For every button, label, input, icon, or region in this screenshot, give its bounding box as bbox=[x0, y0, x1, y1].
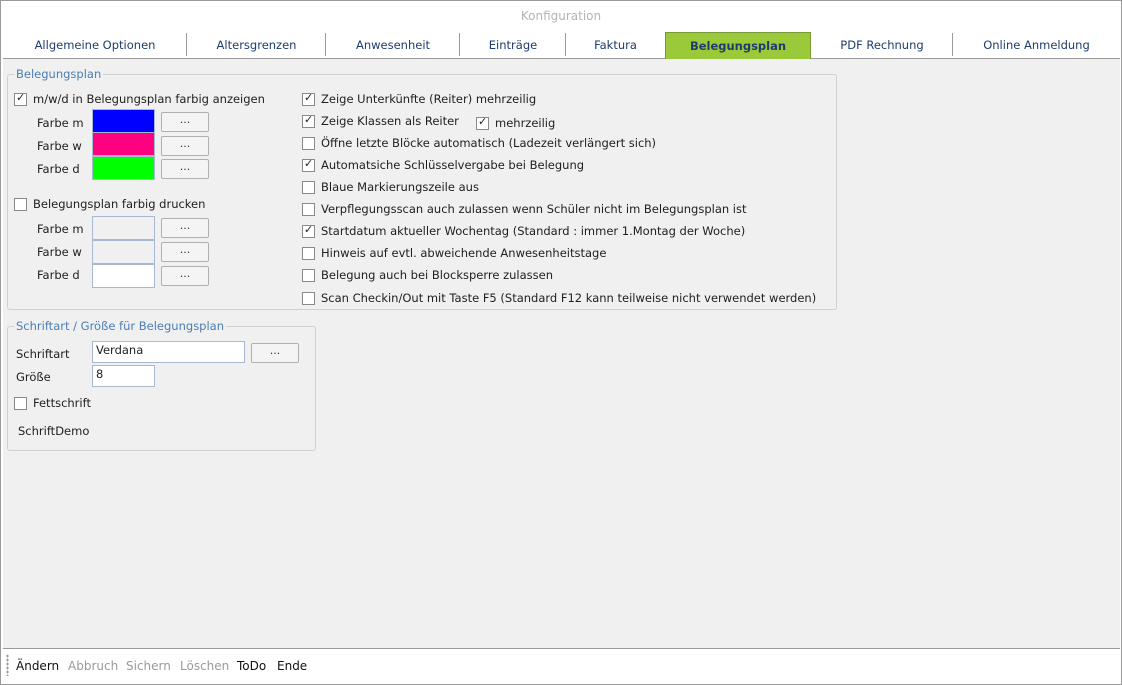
tab-faktura[interactable]: Faktura bbox=[566, 32, 665, 58]
font-demo: SchriftDemo bbox=[18, 424, 90, 438]
tab-content: Belegungsplan m/w/d in Belegungsplan far… bbox=[3, 59, 1120, 649]
color-display-label: m/w/d in Belegungsplan farbig anzeigen bbox=[33, 92, 265, 106]
color-print-label: Belegungsplan farbig drucken bbox=[33, 197, 206, 211]
print-farbe-w-swatch bbox=[92, 240, 155, 264]
option-klassen-als-reiter[interactable]: Zeige Klassen als Reiter bbox=[302, 113, 459, 129]
option-unterkuenfte-mehrzeilig[interactable]: Zeige Unterkünfte (Reiter) mehrzeilig bbox=[302, 91, 536, 107]
checkbox-box[interactable] bbox=[302, 157, 315, 172]
print-farbe-w-pick-button[interactable]: ... bbox=[161, 242, 209, 262]
checkbox-box[interactable] bbox=[302, 202, 315, 216]
option-letzte-bloecke[interactable]: Öffne letzte Blöcke automatisch (Ladezei… bbox=[302, 135, 656, 151]
option-label: Öffne letzte Blöcke automatisch (Ladezei… bbox=[321, 136, 657, 150]
tab-bar: Allgemeine Optionen Altersgrenzen Anwese… bbox=[3, 32, 1120, 59]
belegungsplan-group-title: Belegungsplan bbox=[14, 67, 104, 81]
checkbox-box[interactable] bbox=[302, 113, 315, 128]
farbe-m-label: Farbe m bbox=[37, 116, 84, 130]
option-anwesenheitstage[interactable]: Hinweis auf evtl. abweichende Anwesenhei… bbox=[302, 245, 606, 261]
tab-allgemeine-optionen[interactable]: Allgemeine Optionen bbox=[3, 32, 187, 58]
bold-checkbox[interactable]: Fettschrift bbox=[14, 395, 91, 411]
print-farbe-d-label: Farbe d bbox=[37, 268, 80, 282]
farbe-w-pick-button[interactable]: ... bbox=[161, 136, 209, 156]
tab-belegungsplan[interactable]: Belegungsplan bbox=[665, 32, 811, 59]
option-label: Zeige Klassen als Reiter bbox=[321, 114, 459, 128]
bold-label: Fettschrift bbox=[33, 396, 91, 410]
checkbox-box[interactable] bbox=[14, 91, 27, 106]
loeschen-button[interactable]: Löschen bbox=[180, 659, 229, 673]
option-blocksperre[interactable]: Belegung auch bei Blocksperre zulassen bbox=[302, 267, 553, 283]
checkbox-box[interactable] bbox=[302, 223, 315, 238]
farbe-m-swatch bbox=[92, 109, 155, 133]
farbe-d-label: Farbe d bbox=[37, 162, 80, 176]
option-label: Blaue Markierungszeile aus bbox=[321, 180, 479, 194]
color-display-checkbox[interactable]: m/w/d in Belegungsplan farbig anzeigen bbox=[14, 91, 265, 107]
tab-pdf-rechnung[interactable]: PDF Rechnung bbox=[811, 32, 953, 58]
option-label: Startdatum aktueller Wochentag (Standard… bbox=[321, 224, 746, 238]
option-label: Automatsiche Schlüsselvergabe bei Belegu… bbox=[321, 158, 585, 172]
checkbox-box[interactable] bbox=[14, 197, 27, 211]
option-startdatum[interactable]: Startdatum aktueller Wochentag (Standard… bbox=[302, 223, 745, 239]
print-farbe-m-swatch bbox=[92, 216, 155, 240]
option-verpflegungsscan[interactable]: Verpflegungsscan auch zulassen wenn Schü… bbox=[302, 201, 747, 217]
farbe-w-label: Farbe w bbox=[37, 139, 82, 153]
size-label: Größe bbox=[16, 370, 51, 384]
checkbox-box[interactable] bbox=[302, 246, 315, 260]
checkbox-box[interactable] bbox=[476, 115, 489, 130]
checkbox-box[interactable] bbox=[302, 268, 315, 282]
option-klassen-mehrzeilig[interactable]: mehrzeilig bbox=[476, 115, 555, 131]
print-farbe-m-pick-button[interactable]: ... bbox=[161, 218, 209, 238]
tab-anwesenheit[interactable]: Anwesenheit bbox=[326, 32, 460, 58]
farbe-d-swatch bbox=[92, 156, 155, 180]
tab-eintraege[interactable]: Einträge bbox=[460, 32, 566, 58]
font-pick-button[interactable]: ... bbox=[251, 343, 299, 363]
config-window: Konfiguration Allgemeine Optionen Alters… bbox=[0, 0, 1122, 685]
footer-toolbar: Ändern Abbruch Sichern Löschen ToDo Ende bbox=[3, 650, 1120, 684]
tab-altersgrenzen[interactable]: Altersgrenzen bbox=[187, 32, 326, 58]
print-farbe-w-label: Farbe w bbox=[37, 245, 82, 259]
option-schluesselvergabe[interactable]: Automatsiche Schlüsselvergabe bei Belegu… bbox=[302, 157, 584, 173]
option-label: Hinweis auf evtl. abweichende Anwesenhei… bbox=[321, 246, 607, 260]
farbe-d-pick-button[interactable]: ... bbox=[161, 159, 209, 179]
checkbox-box[interactable] bbox=[302, 180, 315, 194]
aendern-button[interactable]: Ändern bbox=[16, 659, 59, 673]
option-blaue-markierungszeile[interactable]: Blaue Markierungszeile aus bbox=[302, 179, 479, 195]
font-field[interactable]: Verdana bbox=[92, 341, 245, 363]
print-farbe-m-label: Farbe m bbox=[37, 222, 84, 236]
font-label: Schriftart bbox=[16, 347, 70, 361]
size-field[interactable]: 8 bbox=[92, 365, 155, 387]
print-farbe-d-swatch bbox=[92, 264, 155, 288]
belegungsplan-group: Belegungsplan m/w/d in Belegungsplan far… bbox=[7, 67, 837, 310]
farbe-w-swatch bbox=[92, 132, 155, 156]
abbruch-button[interactable]: Abbruch bbox=[68, 659, 118, 673]
option-scan-f5[interactable]: Scan Checkin/Out mit Taste F5 (Standard … bbox=[302, 290, 816, 306]
checkbox-box[interactable] bbox=[302, 291, 315, 305]
checkbox-box[interactable] bbox=[302, 136, 315, 150]
option-label: Belegung auch bei Blocksperre zulassen bbox=[321, 268, 554, 282]
font-group: Schriftart / Größe für Belegungsplan Sch… bbox=[7, 319, 316, 451]
color-print-checkbox[interactable]: Belegungsplan farbig drucken bbox=[14, 196, 205, 212]
todo-button[interactable]: ToDo bbox=[237, 659, 266, 673]
option-label: Zeige Unterkünfte (Reiter) mehrzeilig bbox=[321, 92, 537, 106]
font-group-title: Schriftart / Größe für Belegungsplan bbox=[14, 319, 227, 333]
checkbox-box[interactable] bbox=[14, 396, 27, 410]
checkbox-box[interactable] bbox=[302, 91, 315, 106]
print-farbe-d-pick-button[interactable]: ... bbox=[161, 266, 209, 286]
ende-button[interactable]: Ende bbox=[277, 659, 307, 673]
toolbar-grip-icon[interactable] bbox=[6, 654, 9, 676]
option-label: mehrzeilig bbox=[495, 116, 556, 130]
window-title: Konfiguration bbox=[520, 9, 602, 23]
option-label: Verpflegungsscan auch zulassen wenn Schü… bbox=[321, 202, 747, 216]
sichern-button[interactable]: Sichern bbox=[126, 659, 171, 673]
option-label: Scan Checkin/Out mit Taste F5 (Standard … bbox=[321, 291, 817, 305]
farbe-m-pick-button[interactable]: ... bbox=[161, 112, 209, 132]
tab-online-anmeldung[interactable]: Online Anmeldung bbox=[953, 32, 1120, 58]
